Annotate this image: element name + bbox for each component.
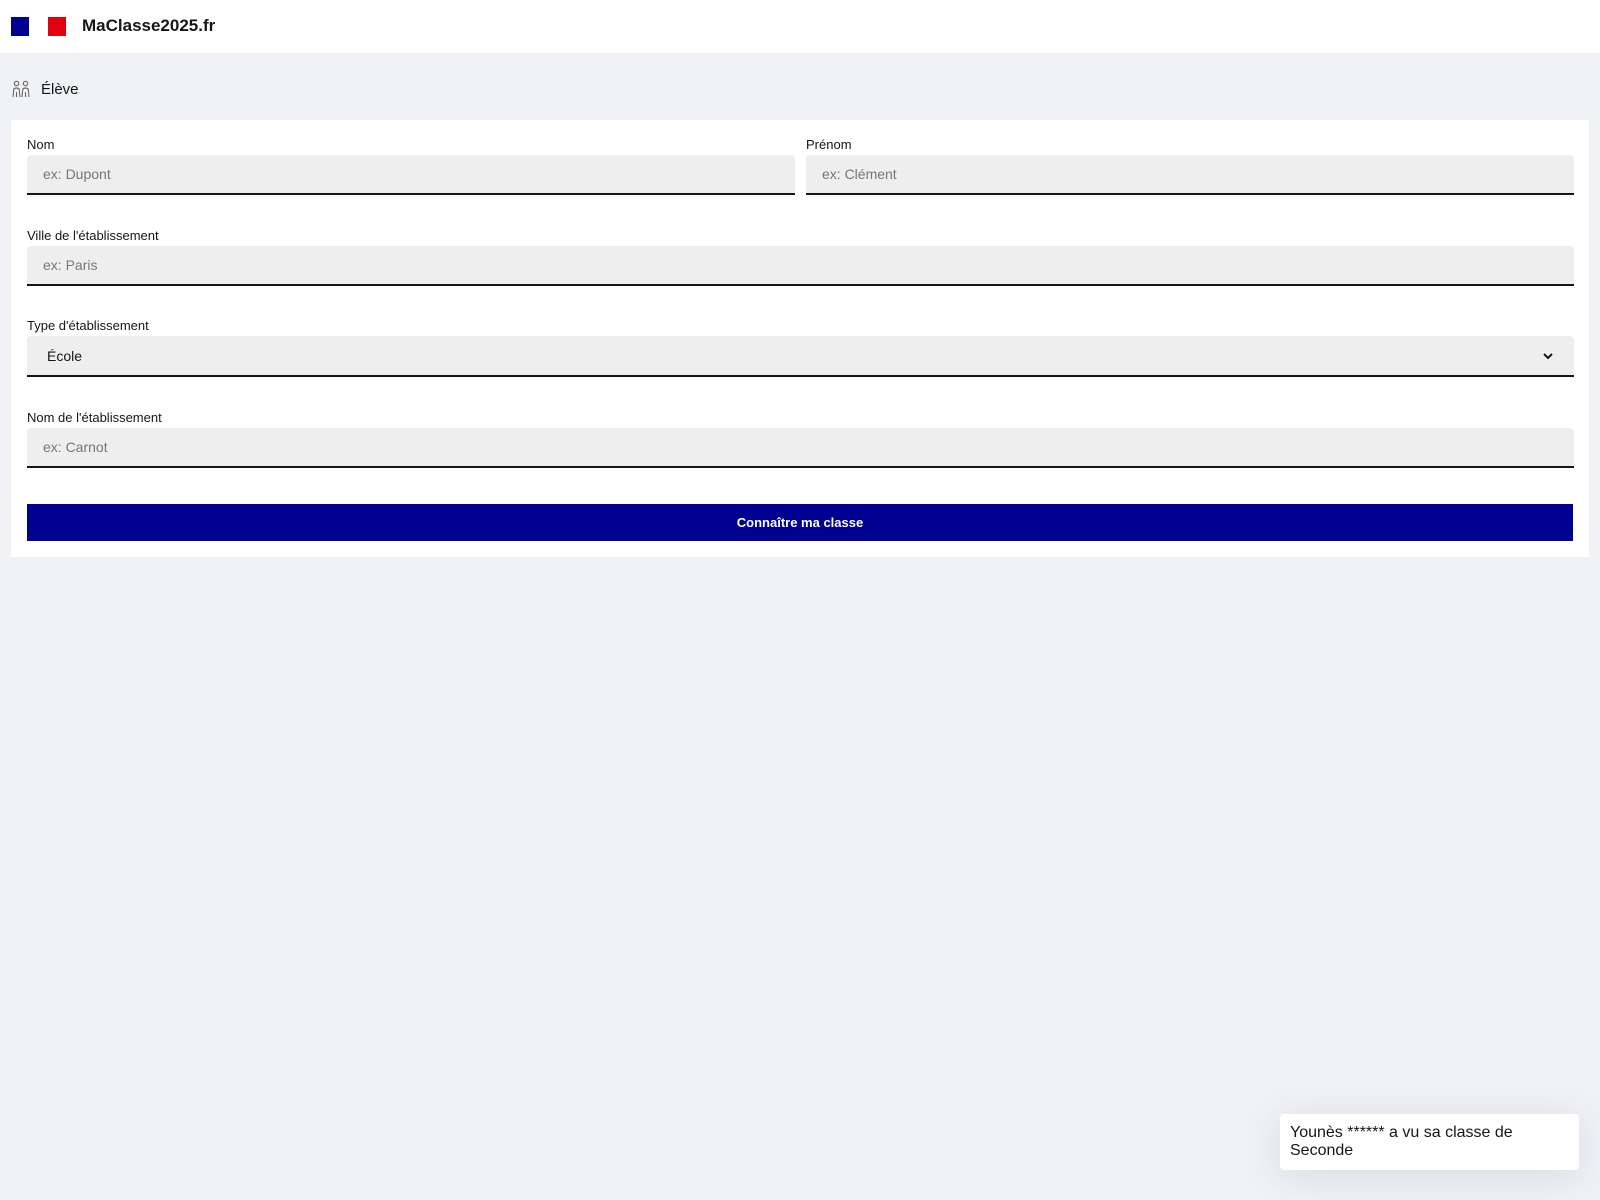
student-form-card: Nom Prénom Ville de l'établissement Type…: [11, 120, 1589, 557]
nom-input[interactable]: [27, 155, 795, 195]
type-select[interactable]: École: [27, 336, 1574, 377]
prenom-input[interactable]: [806, 155, 1574, 195]
people-icon: [12, 80, 30, 98]
flag-red-square: [48, 17, 66, 36]
site-brand[interactable]: MaClasse2025.fr: [82, 16, 215, 36]
ville-label: Ville de l'établissement: [27, 228, 159, 243]
site-header: MaClasse2025.fr: [0, 0, 1600, 53]
type-label: Type d'établissement: [27, 318, 149, 333]
etablissement-label: Nom de l'établissement: [27, 410, 162, 425]
type-select-value: École: [47, 347, 83, 364]
nom-label: Nom: [27, 137, 55, 152]
etablissement-input[interactable]: [27, 428, 1574, 468]
ville-input[interactable]: [27, 246, 1574, 286]
role-indicator: Élève: [11, 78, 79, 100]
chevron-down-icon: [1543, 352, 1553, 359]
prenom-label: Prénom: [806, 137, 852, 152]
flag-blue-square: [11, 17, 29, 36]
submit-button[interactable]: Connaître ma classe: [27, 504, 1573, 541]
role-label: Élève: [41, 80, 79, 98]
notification-toast: Younès ****** a vu sa classe de Seconde: [1280, 1114, 1579, 1170]
